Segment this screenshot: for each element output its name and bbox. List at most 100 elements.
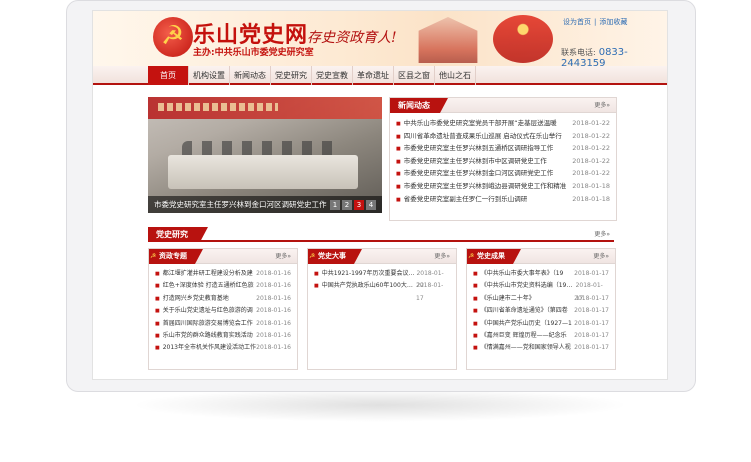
list-item-date: 2018-01-17 [574,331,609,339]
list-item[interactable]: 《乐山建市二十年》 2018-01-17 [473,293,609,305]
column-title: 资政专题 [149,249,203,264]
list-item-title[interactable]: 《情满嘉州——党和国家领导人视 [473,342,571,354]
browser-viewport: 乐山党史网 存史资政育人! 主办:中共乐山市委党史研究室 设为首页|添加收藏 联… [92,10,668,380]
list-item-date: 2018-01-22 [572,119,610,127]
nav-others[interactable]: 他山之石 [435,66,476,85]
list-item[interactable]: 中共乐山市委党史研究室党员干部开展“走基层送温暖 2018-01-22 [396,117,610,130]
list-item-date: 2018-01-16 [256,282,291,290]
set-homepage-link[interactable]: 设为首页 [563,18,591,26]
list-item-title[interactable]: 《嘉州巨变 辉煌历程——纪念乐 [473,330,567,342]
slide-page-button-active[interactable]: 3 [354,200,364,210]
list-item[interactable]: 2013年全市机关作风建设活动工作2018-01-16 [155,342,291,354]
list-item[interactable]: 《中共乐山市党史资料选编（1927—2018-01-17 [473,280,609,302]
research-section-header: 党史研究 更多» [148,227,614,242]
column-title: 党史大事 [308,249,362,264]
list-item-title[interactable]: 《中共乐山市党史资料选编（1927— [473,280,576,292]
list-item-title[interactable]: 《乐山建市二十年》 [473,293,535,305]
list-item[interactable]: 首届四川国际旅游交易博览会工作2018-01-16 [155,318,291,330]
list-item-date: 2018-01-22 [416,270,444,290]
list-item-title[interactable]: 打造网兴乡党史教育基地 [155,293,229,305]
party-emblem-icon [153,17,193,57]
news-panel: 新闻动态 更多» 中共乐山市委党史研究室党员干部开展“走基层送温暖 2018-01… [389,97,617,221]
nav-revolution-sites[interactable]: 革命遗址 [353,66,394,85]
list-item[interactable]: 打造网兴乡党史教育基地 2018-01-16 [155,293,291,305]
nav-institution[interactable]: 机构设置 [189,66,230,85]
slide-page-button[interactable]: 1 [330,200,340,210]
column-title: 党史成果 [467,249,521,264]
list-item-date: 2018-01-16 [256,344,291,352]
nav-home[interactable]: 首页 [148,66,189,85]
list-item[interactable]: 中国共产党执政乐山60年100大事记2018-01-17 [314,280,450,301]
add-favorite-link[interactable]: 添加收藏 [599,18,627,26]
list-item[interactable]: 《情满嘉州——党和国家领导人视2018-01-17 [473,342,609,354]
list-item-title[interactable]: 红色+深度体验 打造五通桥红色旅 [155,280,254,292]
photo-slideshow[interactable]: 市委党史研究室主任罗兴林到金口河区调研党史工作 1 2 3 4 [148,97,382,213]
list-item-date: 2018-01-17 [574,307,609,315]
list-item-date: 2018-01-16 [256,331,291,339]
nav-research[interactable]: 党史研究 [271,66,312,85]
column-list: 《中共乐山市委大事年表》（192018-01-17《中共乐山市党史资料选编（19… [467,264,615,355]
tiananmen-graphic [418,17,478,63]
list-item-date: 2018-01-17 [575,282,603,302]
list-item-title[interactable]: 省委党史研究室副主任罗仁一行到乐山调研 [396,193,528,206]
list-item-title[interactable]: 乐山市党的群众路线教育实践活动 [155,330,253,342]
list-item[interactable]: 《中共乐山市委大事年表》（19 2018-01-17 [473,268,609,280]
list-item-title[interactable]: 市委党史研究室主任罗兴林到峨边县调研党史工作和精准 [396,180,567,193]
list-item-title[interactable]: 四川省革命遗址普查成果乐山巡展 启动仪式在乐山举行 [396,130,562,143]
list-item[interactable]: 市委党史研究室主任罗兴林到金口河区调研党史工作 2018-01-22 [396,167,610,180]
list-item-title[interactable]: 中国共产党执政乐山60年100大事记 [314,280,416,292]
list-item-title[interactable]: 市委党史研究室主任罗兴林到五通桥区调研指导工作 [396,142,554,155]
list-item[interactable]: 省委党史研究室副主任罗仁一行到乐山调研 2018-01-18 [396,193,610,206]
list-item-title[interactable]: 都江堰扩灌井研工程建设分析及建 [155,268,253,280]
slide-page-button[interactable]: 4 [366,200,376,210]
column-list: 中共1921-1997年历次重要会议介绍2018-01-22中国共产党执政乐山6… [308,264,456,302]
list-item-date: 2018-01-18 [572,194,610,203]
list-item-title[interactable]: 市委党史研究室主任罗兴林到市中区调研党史工作 [396,155,547,168]
list-item[interactable]: 《四川省革命遗址通览》（第四卷 2018-01-17 [473,305,609,317]
device-shadow [130,388,630,422]
list-item-title[interactable]: 《四川省革命遗址通览》（第四卷 [473,305,568,317]
list-item[interactable]: 四川省革命遗址普查成果乐山巡展 启动仪式在乐山举行 2018-01-22 [396,130,610,143]
list-item[interactable]: 都江堰扩灌井研工程建设分析及建2018-01-16 [155,268,291,280]
column-more-link[interactable]: 更多» [434,249,450,264]
list-item[interactable]: 市委党史研究室主任罗兴林到峨边县调研党史工作和精准 2018-01-18 [396,180,610,193]
main-nav: 首页 机构设置 新闻动态 党史研究 党史宣教 革命遗址 区县之窗 他山之石 [93,66,667,85]
list-item-date: 2018-01-22 [572,131,610,140]
nav-districts[interactable]: 区县之窗 [394,66,435,85]
flag-emblem-graphic [493,15,553,63]
nav-news[interactable]: 新闻动态 [230,66,271,85]
list-item-title[interactable]: 中共乐山市委党史研究室党员干部开展“走基层送温暖 [396,117,557,130]
site-subtitle: 主办:中共乐山市委党史研究室 [193,48,314,58]
list-item[interactable]: 关于乐山党史遗址与红色旅游的调2018-01-16 [155,305,291,317]
column-more-link[interactable]: 更多» [275,249,291,264]
list-item-date: 2018-01-18 [572,181,610,190]
news-more-link[interactable]: 更多» [594,98,610,113]
column-achievements: 党史成果 更多» 《中共乐山市委大事年表》（192018-01-17《中共乐山市… [466,248,616,370]
list-item[interactable]: 《嘉州巨变 辉煌历程——纪念乐 2018-01-17 [473,330,609,342]
list-item-title[interactable]: 《中国共产党乐山历史（1927—1 [473,318,572,330]
list-item[interactable]: 乐山市党的群众路线教育实践活动2018-01-16 [155,330,291,342]
list-item[interactable]: 市委党史研究室主任罗兴林到市中区调研党史工作 2018-01-22 [396,155,610,168]
list-item-date: 2018-01-17 [574,319,609,327]
list-item-title[interactable]: 《中共乐山市委大事年表》（19 [473,268,564,280]
list-item-title[interactable]: 关于乐山党史遗址与红色旅游的调 [155,305,253,317]
list-item-date: 2018-01-16 [256,307,291,315]
research-more-link[interactable]: 更多» [594,229,610,238]
nav-education[interactable]: 党史宣教 [312,66,353,85]
list-item[interactable]: 红色+深度体验 打造五通桥红色旅2018-01-16 [155,280,291,292]
list-item-title[interactable]: 中共1921-1997年历次重要会议介绍 [314,268,417,280]
meeting-table-graphic [168,155,358,189]
list-item-title[interactable]: 2013年全市机关作风建设活动工作 [155,342,256,354]
column-header: 资政专题 更多» [149,249,297,264]
list-item-title[interactable]: 市委党史研究室主任罗兴林到金口河区调研党史工作 [396,167,554,180]
column-policy-topics: 资政专题 更多» 都江堰扩灌井研工程建设分析及建2018-01-16红色+深度体… [148,248,298,370]
slide-page-button[interactable]: 2 [342,200,352,210]
list-item-date: 2018-01-22 [572,156,610,165]
list-item[interactable]: 《中国共产党乐山历史（1927—12018-01-17 [473,318,609,330]
list-item[interactable]: 市委党史研究室主任罗兴林到五通桥区调研指导工作 2018-01-22 [396,142,610,155]
column-more-link[interactable]: 更多» [593,249,609,264]
list-item-date: 2018-01-17 [574,344,609,352]
list-item-title[interactable]: 首届四川国际旅游交易博览会工作 [155,318,253,330]
list-item[interactable]: 中共1921-1997年历次重要会议介绍2018-01-22 [314,268,450,290]
column-header: 党史大事 更多» [308,249,456,264]
